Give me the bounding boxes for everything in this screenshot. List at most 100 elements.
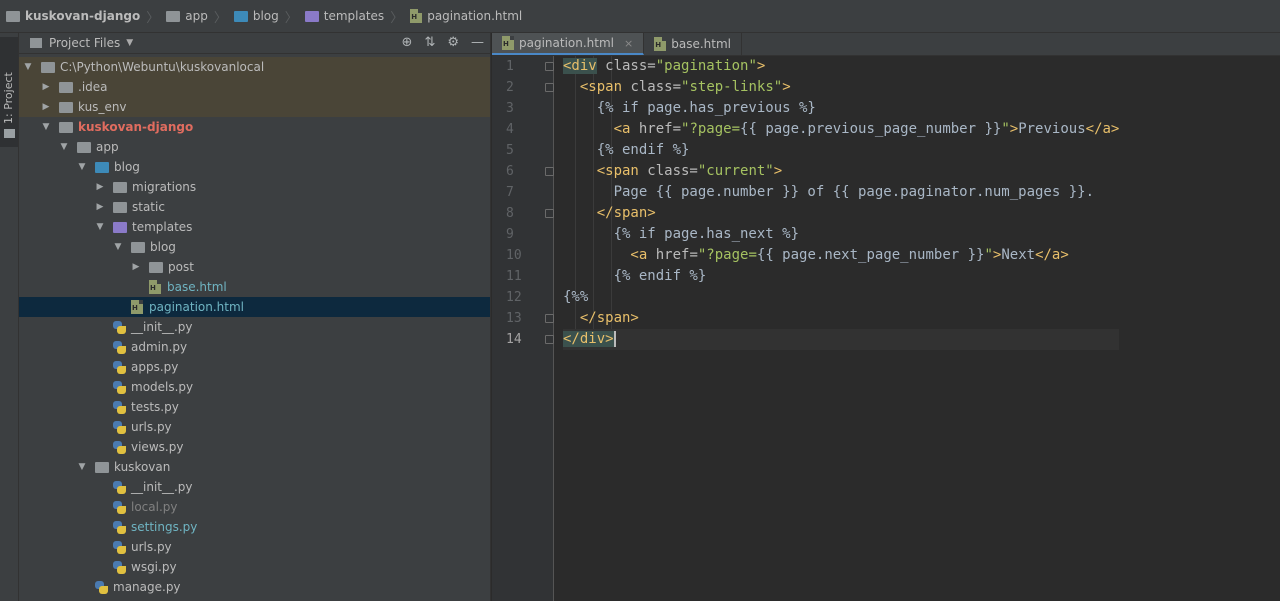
tree-item[interactable]: admin.py [19,337,490,357]
tree-item[interactable]: urls.py [19,417,490,437]
tree-item[interactable]: settings.py [19,517,490,537]
tree-item[interactable]: manage.py [19,577,490,597]
code-token: "?page= [681,121,741,137]
breadcrumb-label: blog [252,9,279,23]
tree-item[interactable]: ▼ app [19,137,490,157]
tree-item[interactable]: tests.py [19,397,490,417]
code-editor[interactable]: <div class="pagination"> <span class="st… [555,56,1280,601]
line-number: 9 [506,227,514,242]
html-file-icon [131,300,143,314]
editor-tabs: pagination.html × base.html [492,33,1280,56]
chevron-down-icon[interactable]: ▼ [113,242,123,252]
code-line: {% if page.has_next %} [563,224,1119,245]
chevron-down-icon[interactable]: ▼ [77,162,87,172]
tree-item[interactable]: local.py [19,497,490,517]
chevron-down-icon[interactable]: ▼ [41,122,51,132]
code-token: {%% [563,289,589,305]
tree-item-label: settings.py [131,520,198,534]
folder-icon [77,141,91,153]
close-icon[interactable]: × [624,37,633,50]
fold-marker-icon[interactable] [545,167,554,176]
project-tool-window-button[interactable]: 1: Project [0,37,18,147]
tree-item-label: base.html [167,280,227,294]
chevron-down-icon[interactable]: ▼ [59,142,69,152]
tree-item[interactable]: ▼ blog [19,237,490,257]
breadcrumb-item-app[interactable]: app 〉 [166,0,234,32]
hide-icon[interactable]: — [471,35,484,50]
chevron-right-icon[interactable]: ▶ [41,82,51,92]
tree-item[interactable]: ▶ post [19,257,490,277]
code-token: "current" [697,163,774,179]
code-token: <span [563,163,639,179]
chevron-down-icon[interactable]: ▼ [77,462,87,472]
line-number: 11 [506,269,522,284]
code-line: <a href="?page={{ page.next_page_number … [563,245,1119,266]
tree-item[interactable]: ▼ C:\Python\Webuntu\kuskovanlocal [19,57,490,77]
tree-item-label: post [168,260,194,274]
editor-tab[interactable]: base.html [644,33,742,55]
folder-icon [6,10,20,22]
project-tool-window-label: 1: Project [2,72,15,124]
tree-item[interactable]: ▶ .idea [19,77,490,97]
tree-item-label: migrations [132,180,197,194]
tree-item[interactable]: __init__.py [19,317,490,337]
tree-item[interactable]: models.py [19,377,490,397]
tree-item[interactable]: ▶ migrations [19,177,490,197]
fold-marker-icon[interactable] [545,209,554,218]
breadcrumb-item-templates[interactable]: templates 〉 [304,0,410,32]
chevron-down-icon[interactable]: ▼ [126,38,133,48]
html-file-icon [502,36,514,50]
tree-item-label: admin.py [131,340,188,354]
chevron-right-icon[interactable]: ▶ [131,262,141,272]
locate-icon[interactable]: ⊕ [402,35,413,50]
python-file-icon [113,560,126,574]
chevron-down-icon[interactable]: ▼ [23,62,33,72]
chevron-right-icon[interactable]: ▶ [41,102,51,112]
code-token: href= [630,121,682,137]
tree-item[interactable]: views.py [19,437,490,457]
tree-item-label: __init__.py [131,480,193,494]
tree-item[interactable]: urls.py [19,537,490,557]
breadcrumb-item-project[interactable]: kuskovan-django 〉 [6,0,166,32]
tree-item[interactable]: ▼ kuskovan [19,457,490,477]
fold-marker-icon[interactable] [545,62,554,71]
html-file-icon [410,9,423,23]
code-token: <a [563,247,648,263]
tree-item[interactable]: ▶ static [19,197,490,217]
gear-icon[interactable]: ⚙ [447,35,459,50]
tree-item[interactable]: ▼ kuskovan-django [19,117,490,137]
folder-icon [113,201,127,213]
tree-item[interactable]: __init__.py [19,477,490,497]
tree-item[interactable]: wsgi.py [19,557,490,577]
chevron-right-icon: 〉 [213,10,227,26]
python-file-icon [113,320,126,334]
breadcrumb-label: app [185,9,208,23]
line-number: 14 [506,332,522,347]
tree-item-label: __init__.py [131,320,193,334]
tree-item-label: urls.py [131,540,172,554]
project-tree: ▼ C:\Python\Webuntu\kuskovanlocal ▶ .idea ▶ k… [19,57,490,597]
fold-marker-icon[interactable] [545,314,554,323]
tree-item[interactable]: ▶ kus_env [19,97,490,117]
collapse-all-icon[interactable]: ⇅ [424,35,435,50]
tree-item-label: blog [150,240,176,254]
project-view-selector[interactable]: Project Files [49,36,120,50]
tree-item[interactable]: ▼ templates [19,217,490,237]
breadcrumb-item-file[interactable]: pagination.html [410,0,522,32]
chevron-down-icon[interactable]: ▼ [95,222,105,232]
code-token: </span> [563,205,656,221]
text-caret [613,331,616,347]
breadcrumb-item-blog[interactable]: blog 〉 [233,0,305,32]
tree-item[interactable]: pagination.html [19,297,490,317]
python-file-icon [113,540,126,554]
code-token: {{ page.previous_page_number }} [740,121,1002,137]
chevron-right-icon[interactable]: ▶ [95,182,105,192]
fold-marker-icon[interactable] [545,83,554,92]
tree-item[interactable]: ▼ blog [19,157,490,177]
editor-tab[interactable]: pagination.html × [492,33,645,55]
fold-marker-icon[interactable] [545,335,554,344]
tree-item[interactable]: apps.py [19,357,490,377]
tree-item[interactable]: base.html [19,277,490,297]
chevron-right-icon[interactable]: ▶ [95,202,105,212]
python-file-icon [113,500,126,514]
